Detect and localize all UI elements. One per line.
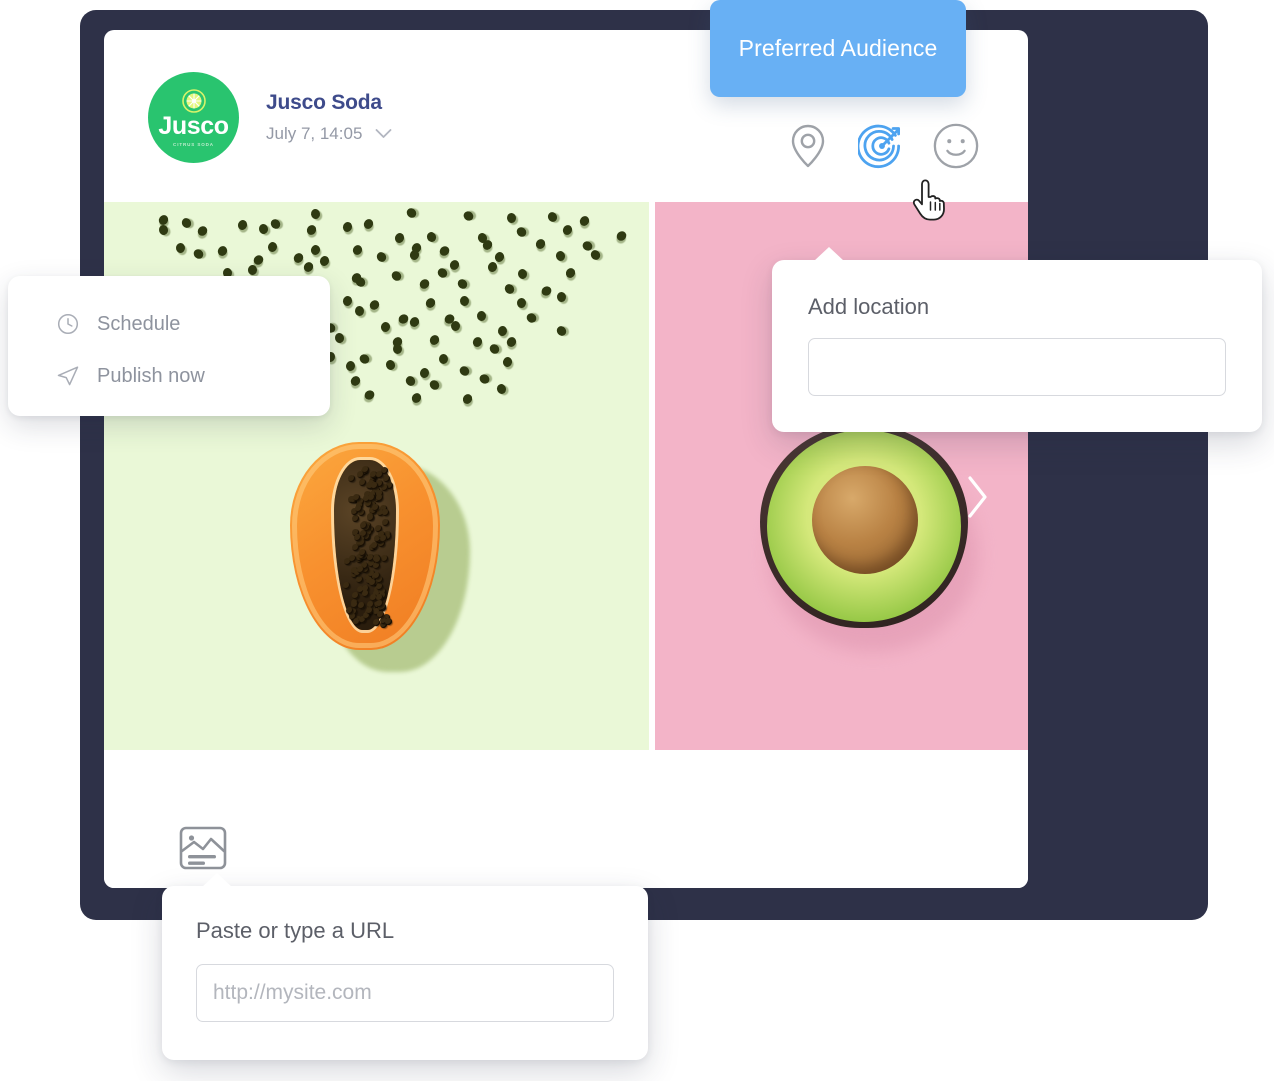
emoji-button[interactable] (932, 122, 980, 170)
header-action-icons (784, 122, 980, 170)
popover-caret (814, 247, 844, 261)
chevron-right-icon[interactable] (964, 474, 990, 520)
location-pin-icon (791, 124, 825, 168)
add-location-button[interactable] (784, 122, 832, 170)
avocado-half (760, 424, 978, 652)
image-media-icon (179, 826, 227, 870)
add-location-title: Add location (808, 294, 930, 319)
avatar-logo-text: Jusco (158, 111, 229, 140)
post-composer-card: Jusco CITRUS SODA Jusco Soda July 7, 14:… (104, 30, 1028, 888)
paste-url-popover: Paste or type a URL (162, 873, 648, 1060)
post-datetime-selector[interactable]: July 7, 14:05 (266, 124, 392, 144)
target-audience-icon (858, 124, 901, 169)
screenshot-stage: Jusco CITRUS SODA Jusco Soda July 7, 14:… (0, 0, 1274, 1081)
schedule-menu-item[interactable]: Schedule (56, 302, 330, 346)
brand-row: Jusco CITRUS SODA Jusco Soda July 7, 14:… (148, 72, 392, 163)
avatar-logo-subtext: CITRUS SODA (173, 141, 214, 147)
composer-footer (104, 750, 1028, 888)
publish-menu: Schedule Publish now (8, 276, 330, 416)
chevron-down-icon[interactable] (375, 128, 392, 139)
smiley-face-icon (933, 123, 979, 169)
citrus-slice-icon (181, 88, 206, 113)
post-datetime: July 7, 14:05 (266, 123, 363, 143)
add-location-popover: Add location (772, 247, 1262, 432)
preferred-audience-tooltip: Preferred Audience (710, 0, 966, 97)
schedule-menu-label: Schedule (97, 312, 181, 335)
brand-name: Jusco Soda (266, 91, 382, 115)
papaya-half (290, 442, 470, 672)
url-input[interactable] (196, 964, 614, 1022)
avatar[interactable]: Jusco CITRUS SODA (148, 72, 239, 163)
attach-media-button[interactable] (178, 824, 228, 872)
clock-icon (56, 312, 80, 336)
preferred-audience-button[interactable] (858, 122, 906, 170)
location-input[interactable] (808, 338, 1226, 396)
brand-text-block: Jusco Soda July 7, 14:05 (266, 91, 392, 143)
send-paper-plane-icon (56, 364, 80, 388)
publish-now-menu-item[interactable]: Publish now (56, 354, 330, 398)
publish-now-menu-label: Publish now (97, 364, 205, 387)
popover-caret (202, 873, 232, 887)
tooltip-label: Preferred Audience (738, 35, 938, 61)
paste-url-title: Paste or type a URL (196, 918, 395, 943)
